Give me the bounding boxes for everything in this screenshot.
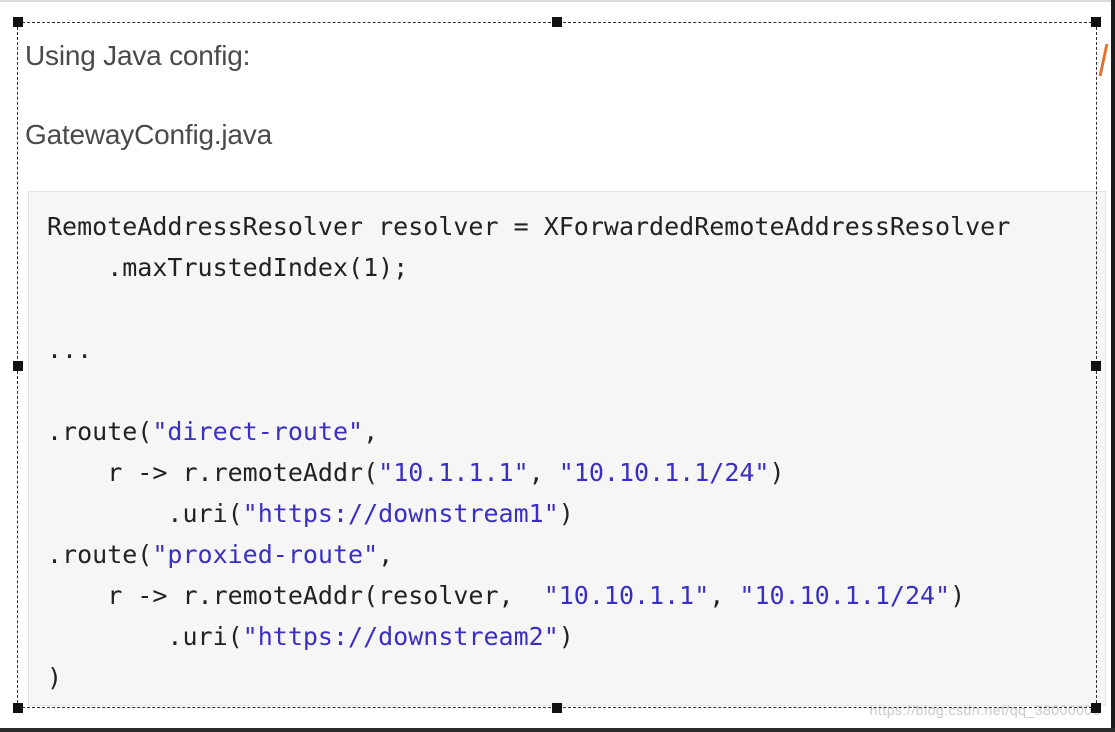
resize-handle-top-right[interactable] (1091, 17, 1101, 27)
resize-handle-top-left[interactable] (13, 17, 23, 27)
resize-handle-bottom[interactable] (552, 703, 562, 713)
window-bottom-edge (0, 728, 1115, 732)
resize-handle-bottom-left[interactable] (13, 703, 23, 713)
resize-handle-right[interactable] (1091, 361, 1101, 371)
resize-handle-top[interactable] (552, 17, 562, 27)
selection-box[interactable] (17, 22, 1097, 708)
window-right-edge (1111, 0, 1115, 732)
window-top-edge (0, 0, 1115, 2)
resize-handle-left[interactable] (13, 361, 23, 371)
resize-handle-bottom-right[interactable] (1091, 703, 1101, 713)
